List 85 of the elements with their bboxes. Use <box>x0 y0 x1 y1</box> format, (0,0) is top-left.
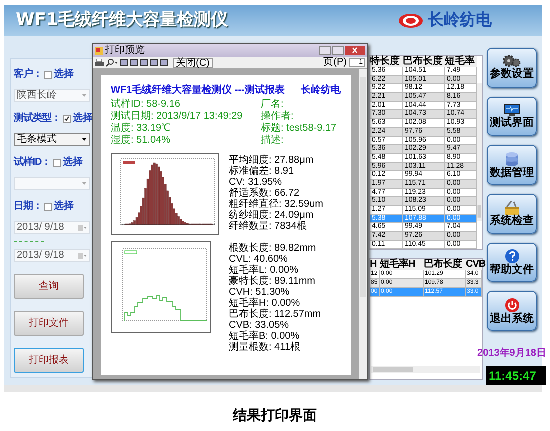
filter-label: 测试类型： <box>14 112 62 126</box>
stat-line: CVL: 40.60% <box>229 254 289 265</box>
page-label: 页(P) <box>324 58 347 68</box>
dropdown[interactable]: 毛条模式 <box>14 133 90 146</box>
clock-display: 11:45:47 <box>486 366 546 385</box>
report-info: 操作者: <box>261 111 295 122</box>
menu-button[interactable]: 退出系统 <box>487 291 537 332</box>
stat-line: 测量根数: 411根 <box>229 342 302 353</box>
monitor-icon <box>503 104 521 118</box>
calendar-icon <box>78 224 87 230</box>
checkbox[interactable] <box>53 158 62 166</box>
filter-label: 日期： <box>14 200 42 214</box>
stat-line: 短毛率H: 0.00% <box>229 298 302 309</box>
power-icon <box>504 298 520 313</box>
dropdown[interactable]: 陕西长岭 <box>14 89 90 102</box>
date-label: 2013年9月18日 <box>478 346 546 362</box>
stat-line: 舒适系数: 66.72 <box>229 188 301 199</box>
stat-line: 巴布长度: 112.57mm <box>229 309 322 320</box>
menu-button[interactable]: 系统检查 <box>487 194 537 234</box>
action-button[interactable]: 打印报表 <box>14 348 84 373</box>
close-preview-button[interactable]: 关闭(C) <box>173 58 213 68</box>
stat-line: 纺纱细度: 24.09μm <box>229 210 315 221</box>
caret-icon <box>82 94 87 97</box>
dialog-title: 打印预览 <box>105 46 145 56</box>
checkbox[interactable] <box>63 114 72 122</box>
column-header[interactable]: 短毛率H <box>380 259 424 270</box>
stat-line: 豪特长度: 89.11mm <box>229 276 316 287</box>
date-picker[interactable]: 2013/ 9/18 <box>14 249 90 262</box>
calendar-icon <box>78 252 87 258</box>
scrollbar[interactable] <box>359 69 367 379</box>
database-icon <box>505 152 519 167</box>
toolbox-icon <box>503 200 521 215</box>
help-icon <box>504 249 520 264</box>
app-title: WF1毛绒纤维大容量检测仪 <box>15 8 228 32</box>
stat-line: 粗纤维直径: 32.59um <box>229 199 324 210</box>
menu-button[interactable]: 参数设置 <box>487 48 537 88</box>
filter-label: 试样ID： <box>14 156 52 170</box>
report-info: 描述: <box>261 135 285 147</box>
stat-line: CV: 31.95% <box>229 177 283 188</box>
stat-line: 平均细度: 27.88μm <box>229 155 315 166</box>
date-picker[interactable]: 2013/ 9/18 <box>14 221 90 234</box>
filter-label: 客户： <box>14 67 42 82</box>
checkbox-label: 选择 <box>54 68 74 82</box>
checkbox-label: 选择 <box>63 156 84 170</box>
caption: 结果打印界面 <box>232 407 318 426</box>
app-icon <box>95 46 103 54</box>
checkbox-label: 选择 <box>54 200 74 214</box>
checkbox-label: 选择 <box>73 112 94 126</box>
report-info: 测试日期: 2013/9/17 13:49:29 <box>111 111 244 122</box>
gear-icon <box>503 55 521 68</box>
close-button[interactable] <box>345 46 365 55</box>
menu-button[interactable]: 帮助文件 <box>487 242 537 282</box>
zoom-icon[interactable] <box>106 58 118 66</box>
print-icon[interactable] <box>95 58 104 66</box>
minimize-button[interactable] <box>319 46 331 55</box>
company-name: 长岭纺电 <box>301 83 341 98</box>
brand-name: 长岭纺电 <box>428 10 492 30</box>
stat-line: CVB: 33.05% <box>229 320 290 331</box>
stat-line: 短毛率B: 0.00% <box>229 331 301 342</box>
column-header[interactable]: 短毛率 <box>445 56 477 67</box>
action-button[interactable]: 打印文件 <box>14 311 84 336</box>
column-header[interactable]: 特长度 <box>370 56 403 67</box>
stat-line: 标准偏差: 8.91 <box>229 166 296 177</box>
report-title: WF1毛绒纤维大容量检测仪 ---测试报表 <box>111 83 285 98</box>
checkbox[interactable] <box>44 70 52 78</box>
scrollbar[interactable] <box>370 366 482 373</box>
stat-line: CVH: 51.30% <box>229 287 291 298</box>
logo-icon <box>398 12 424 28</box>
action-button[interactable]: 查询 <box>14 274 84 299</box>
report-info: 标题: test58-9.17 <box>261 123 337 134</box>
checkbox[interactable] <box>44 202 52 210</box>
column-header[interactable]: H <box>370 259 380 270</box>
column-header[interactable]: 巴布长度 <box>424 259 466 270</box>
stat-line: 根数长度: 89.82mm <box>229 243 318 254</box>
caret-icon <box>82 182 87 185</box>
maximize-button[interactable] <box>332 46 344 55</box>
report-info: 厂名: <box>261 99 285 110</box>
report-info: 试样ID: 58-9.16 <box>111 99 182 110</box>
menu-button[interactable]: 测试界面 <box>487 96 537 136</box>
stat-line: 纤维数量: 7834根 <box>229 221 308 232</box>
report-info: 温度: 33.19℃ <box>111 123 172 134</box>
report-info: 湿度: 51.04% <box>111 135 172 147</box>
caret-icon <box>82 138 87 141</box>
menu-button[interactable]: 数据管理 <box>487 145 537 186</box>
stat-line: 短毛率L: 0.00% <box>229 265 300 276</box>
